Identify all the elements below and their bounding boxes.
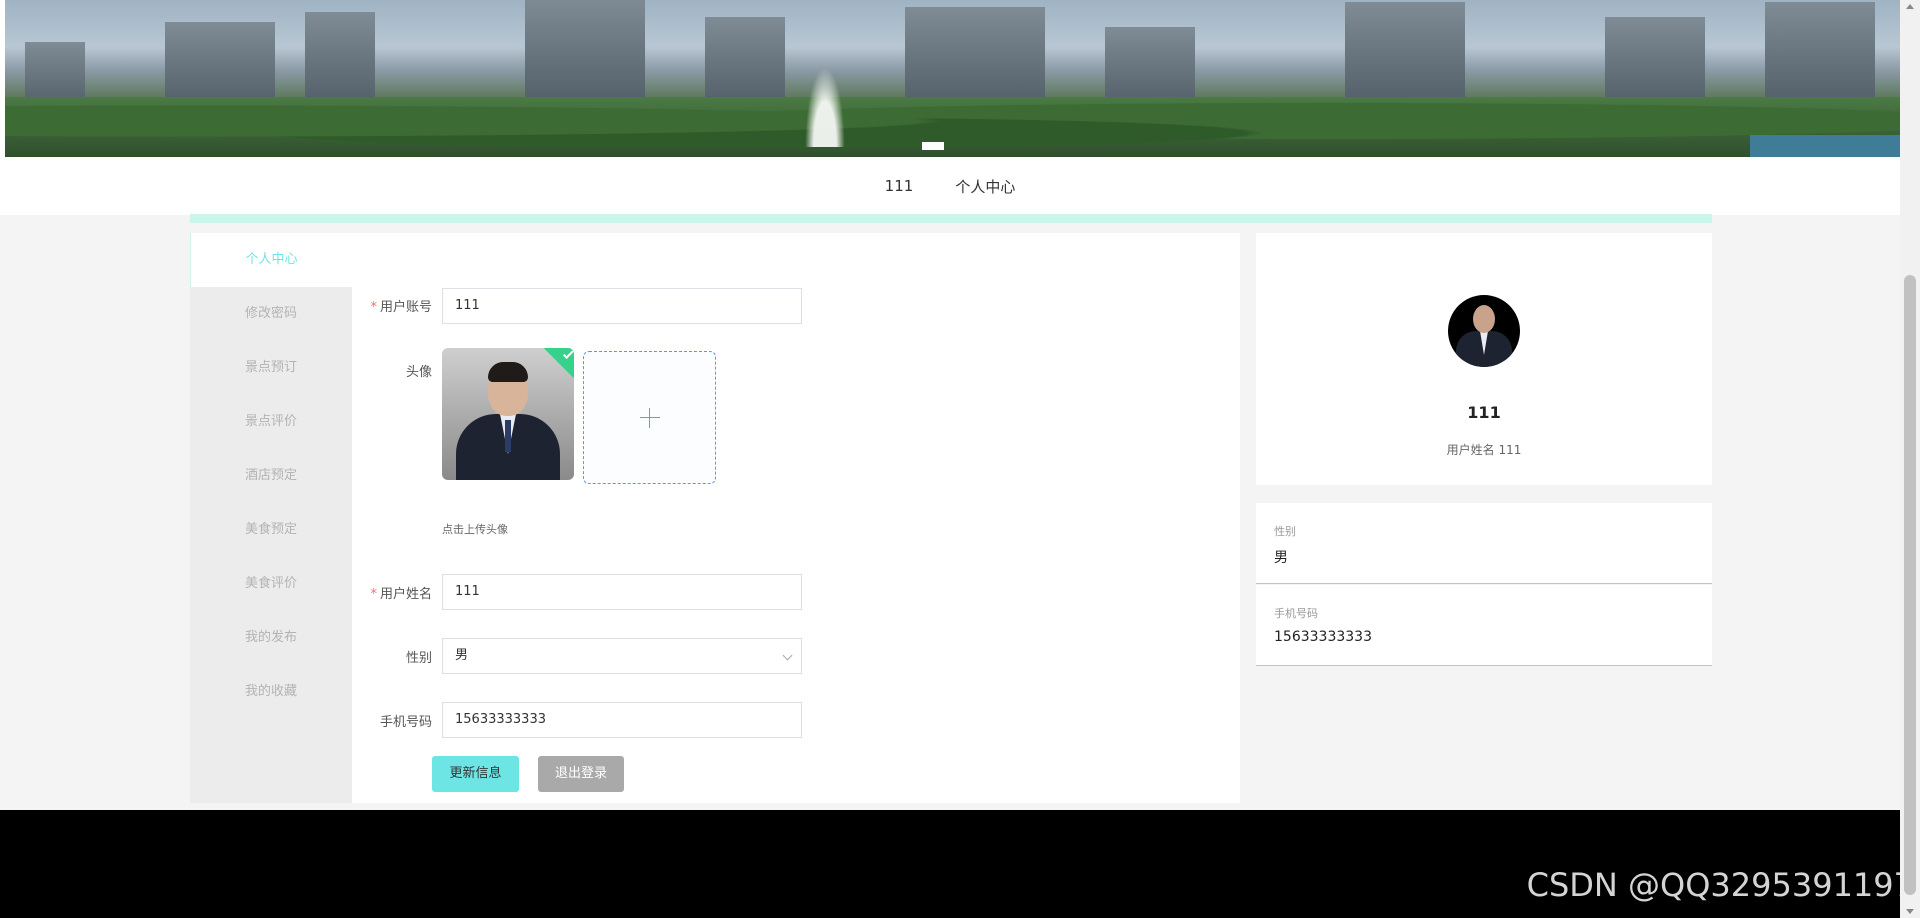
banner-fountain (805, 67, 845, 147)
account-label-text: 用户账号 (379, 300, 432, 315)
gender-select[interactable]: 男 (442, 638, 802, 674)
sidebar-item-attraction-booking[interactable]: 景点预订 (190, 341, 352, 395)
watermark: CSDN @QQ3295391197 (1526, 866, 1914, 904)
plus-icon (640, 408, 660, 428)
check-icon (563, 348, 574, 359)
avatar-upload-button[interactable] (583, 351, 716, 484)
profile-realname: 用户姓名 111 (1446, 443, 1522, 457)
avatar-image[interactable] (442, 348, 574, 480)
sidebar-item-food-review[interactable]: 美食评价 (190, 557, 352, 611)
account-label: * 用户账号 (352, 296, 432, 315)
info-phone-value: 15633333333 (1274, 629, 1372, 645)
required-mark: * (370, 587, 377, 602)
sidebar-item-change-password[interactable]: 修改密码 (190, 287, 352, 341)
profile-avatar-head (1473, 305, 1495, 333)
phone-input[interactable]: 15633333333 (442, 702, 802, 738)
nav-item-personal-center[interactable]: 个人中心 (955, 176, 1015, 197)
scroll-down-icon[interactable] (1906, 909, 1914, 914)
carousel-indicators (922, 142, 944, 150)
realname-label: * 用户姓名 (352, 583, 432, 602)
sidebar-item-personal-center[interactable]: 个人中心 (190, 233, 352, 287)
update-info-button[interactable]: 更新信息 (432, 756, 519, 792)
scroll-up-icon[interactable] (1906, 4, 1914, 9)
banner-building (1345, 2, 1465, 112)
carousel-dot[interactable] (922, 142, 944, 150)
avatar-label: 头像 (405, 365, 432, 380)
info-gender-label: 性别 (1274, 525, 1296, 538)
info-phone-label: 手机号码 (1274, 607, 1318, 620)
nav-item-user[interactable]: 111 (885, 177, 914, 195)
sidebar-item-my-favorites[interactable]: 我的收藏 (190, 665, 352, 719)
required-mark: * (370, 300, 377, 315)
profile-name: 111 (1467, 403, 1501, 422)
account-input[interactable]: 111 (442, 288, 802, 324)
logout-button[interactable]: 退出登录 (538, 756, 624, 792)
gender-select-value: 男 (455, 648, 469, 663)
sidebar: 个人中心 修改密码 景点预订 景点评价 酒店预定 美食预定 美食评价 我的发布 … (190, 233, 352, 803)
banner-building (525, 0, 645, 112)
info-card-gender: 性别 男 (1256, 503, 1712, 584)
scrollbar-thumb[interactable] (1904, 275, 1916, 895)
upload-hint: 点击上传头像 (442, 523, 508, 536)
top-nav: 111 个人中心 (0, 157, 1900, 215)
accent-bar (190, 214, 1712, 223)
avatar-tie (505, 420, 511, 452)
avatar-hair (488, 362, 528, 382)
sidebar-item-hotel-booking[interactable]: 酒店预定 (190, 449, 352, 503)
profile-card: 111 用户姓名 111 (1256, 233, 1712, 485)
sidebar-item-my-posts[interactable]: 我的发布 (190, 611, 352, 665)
gender-label: 性别 (405, 651, 432, 666)
sidebar-item-attraction-review[interactable]: 景点评价 (190, 395, 352, 449)
info-card-phone: 手机号码 15633333333 (1256, 585, 1712, 666)
realname-input[interactable]: 111 (442, 574, 802, 610)
realname-label-text: 用户姓名 (379, 587, 432, 602)
banner-water (1750, 135, 1900, 157)
scrollbar[interactable] (1900, 0, 1920, 918)
upload-success-badge (542, 348, 574, 380)
banner-trees (5, 97, 1900, 157)
banner-building (1765, 2, 1875, 112)
info-gender-value: 男 (1274, 550, 1288, 566)
phone-label: 手机号码 (379, 715, 432, 730)
chevron-down-icon (782, 650, 793, 661)
profile-avatar (1448, 295, 1520, 367)
hero-banner (5, 0, 1900, 157)
sidebar-item-food-booking[interactable]: 美食预定 (190, 503, 352, 557)
